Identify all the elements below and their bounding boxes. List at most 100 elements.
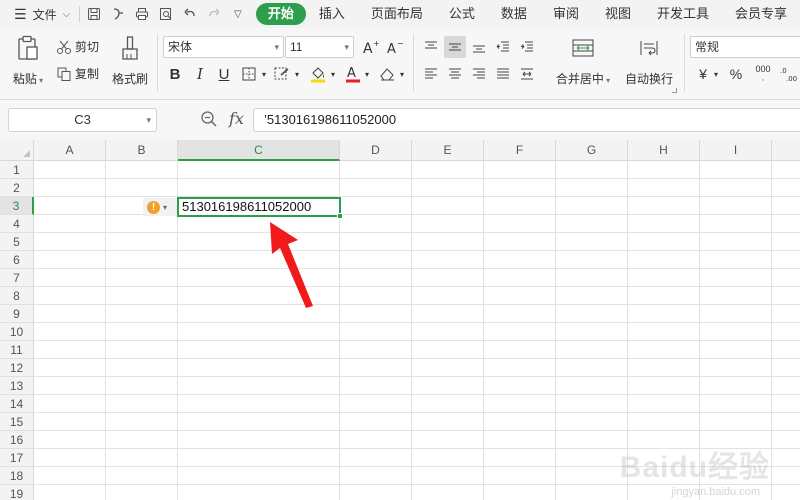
- insert-function-icon[interactable]: fx: [229, 109, 244, 128]
- row-header-12[interactable]: 12: [0, 359, 34, 377]
- copy-button[interactable]: 复制: [56, 65, 99, 82]
- column-header-g[interactable]: G: [556, 140, 628, 161]
- align-middle-icon[interactable]: [444, 36, 466, 58]
- number-format-select[interactable]: 常规: [690, 36, 800, 58]
- font-name-select[interactable]: 宋体 ▾: [163, 36, 284, 58]
- eraser-icon[interactable]: [376, 63, 398, 85]
- column-header-d[interactable]: D: [340, 140, 412, 161]
- select-all-corner[interactable]: [0, 140, 34, 161]
- tab-developer[interactable]: 开发工具: [644, 3, 722, 25]
- chevron-down-icon[interactable]: ▾: [710, 63, 722, 85]
- tab-formulas[interactable]: 公式: [436, 3, 488, 25]
- tab-view[interactable]: 视图: [592, 3, 644, 25]
- grid-line: [34, 340, 800, 341]
- row-header-13[interactable]: 13: [0, 377, 34, 395]
- name-box[interactable]: C3 ▾: [8, 108, 157, 132]
- column-header-e[interactable]: E: [412, 140, 484, 161]
- row-header-1[interactable]: 1: [0, 161, 34, 179]
- customize-toolbar-icon[interactable]: ▽: [226, 2, 250, 26]
- align-center-icon[interactable]: [444, 63, 466, 85]
- row-header-18[interactable]: 18: [0, 467, 34, 485]
- zoom-search-icon[interactable]: [200, 110, 220, 130]
- row-header-6[interactable]: 6: [0, 251, 34, 269]
- font-size-value: 11: [290, 40, 303, 54]
- decrease-indent-icon[interactable]: [492, 36, 514, 58]
- tab-page-layout[interactable]: 页面布局: [358, 3, 436, 25]
- tab-member[interactable]: 会员专享: [722, 3, 800, 25]
- font-size-select[interactable]: 11 ▾: [285, 36, 354, 58]
- percent-icon[interactable]: %: [725, 63, 747, 85]
- bold-icon[interactable]: B: [164, 63, 186, 85]
- thousands-separator-icon[interactable]: 000 ,: [750, 63, 776, 85]
- cell-fill-style-icon[interactable]: [271, 63, 293, 85]
- row-header-7[interactable]: 7: [0, 269, 34, 287]
- row-header-8[interactable]: 8: [0, 287, 34, 305]
- border-icon[interactable]: [238, 63, 260, 85]
- print-preview-icon[interactable]: [154, 2, 178, 26]
- grid-line: [34, 268, 800, 269]
- row-header-5[interactable]: 5: [0, 233, 34, 251]
- column-header-more[interactable]: [772, 140, 800, 161]
- tab-data[interactable]: 数据: [488, 3, 540, 25]
- chevron-down-icon[interactable]: ▾: [291, 63, 303, 85]
- chevron-down-icon[interactable]: ▾: [396, 63, 408, 85]
- alignment-settings-icon[interactable]: [672, 88, 677, 93]
- export-pdf-icon[interactable]: [106, 2, 130, 26]
- row-header-14[interactable]: 14: [0, 395, 34, 413]
- row-header-17[interactable]: 17: [0, 449, 34, 467]
- row-header-4[interactable]: 4: [0, 215, 34, 233]
- format-painter-button[interactable]: 格式刷: [110, 34, 150, 87]
- underline-icon[interactable]: U: [213, 63, 235, 85]
- increase-font-icon[interactable]: A +: [360, 36, 382, 58]
- column-header-f[interactable]: F: [484, 140, 556, 161]
- formula-content: ’513016198611052000: [264, 112, 397, 127]
- paste-button[interactable]: 粘贴 ▾: [8, 34, 48, 87]
- increase-decimal-icon[interactable]: .0.00: [778, 63, 800, 85]
- merge-center-button[interactable]: 合并居中 ▾: [550, 34, 616, 87]
- watermark-logo: Baidu经验: [619, 451, 770, 484]
- column-header-c[interactable]: C: [178, 140, 340, 161]
- row-header-9[interactable]: 9: [0, 305, 34, 323]
- undo-icon[interactable]: [178, 2, 202, 26]
- row-header-3[interactable]: 3: [0, 197, 34, 215]
- row-header-11[interactable]: 11: [0, 341, 34, 359]
- fill-color-icon[interactable]: [307, 63, 329, 85]
- fill-handle[interactable]: [337, 213, 343, 219]
- error-check-indicator[interactable]: ! ▾: [143, 198, 177, 216]
- chevron-down-icon[interactable]: ▾: [361, 63, 373, 85]
- print-icon[interactable]: [130, 2, 154, 26]
- distributed-align-icon[interactable]: [516, 63, 538, 85]
- increase-indent-icon[interactable]: [516, 36, 538, 58]
- decrease-font-icon[interactable]: A −: [384, 36, 406, 58]
- file-menu[interactable]: ☰ 文件 ⌵: [0, 0, 77, 28]
- save-icon[interactable]: [82, 2, 106, 26]
- italic-icon[interactable]: I: [189, 63, 211, 85]
- row-header-2[interactable]: 2: [0, 179, 34, 197]
- column-header-h[interactable]: H: [628, 140, 700, 161]
- row-header-15[interactable]: 15: [0, 413, 34, 431]
- tab-home[interactable]: 开始: [255, 3, 306, 25]
- active-cell-c3[interactable]: 513016198611052000: [177, 197, 343, 219]
- align-left-icon[interactable]: [420, 63, 442, 85]
- column-header-b[interactable]: B: [106, 140, 178, 161]
- tab-insert[interactable]: 插入: [306, 3, 358, 25]
- ribbon: 粘贴 ▾ 剪切 复制 格式刷 宋体 ▾ 11 ▾ A + A − B I U ▾…: [0, 28, 800, 100]
- svg-text:.00: .00: [786, 75, 797, 82]
- align-top-icon[interactable]: [420, 36, 442, 58]
- chevron-down-icon[interactable]: ▾: [327, 63, 339, 85]
- column-header-a[interactable]: A: [34, 140, 106, 161]
- cut-button[interactable]: 剪切: [56, 38, 99, 55]
- column-header-i[interactable]: I: [700, 140, 772, 161]
- row-header-19[interactable]: 19: [0, 485, 34, 500]
- align-right-icon[interactable]: [468, 63, 490, 85]
- formula-input[interactable]: ’513016198611052000: [253, 108, 800, 132]
- row-header-10[interactable]: 10: [0, 323, 34, 341]
- grid-line: [34, 304, 800, 305]
- chevron-down-icon[interactable]: ▾: [258, 63, 270, 85]
- align-bottom-icon[interactable]: [468, 36, 490, 58]
- justify-icon[interactable]: [492, 63, 514, 85]
- row-header-16[interactable]: 16: [0, 431, 34, 449]
- tab-review[interactable]: 审阅: [540, 3, 592, 25]
- redo-icon[interactable]: [202, 2, 226, 26]
- wrap-text-button[interactable]: 自动换行: [620, 34, 678, 87]
